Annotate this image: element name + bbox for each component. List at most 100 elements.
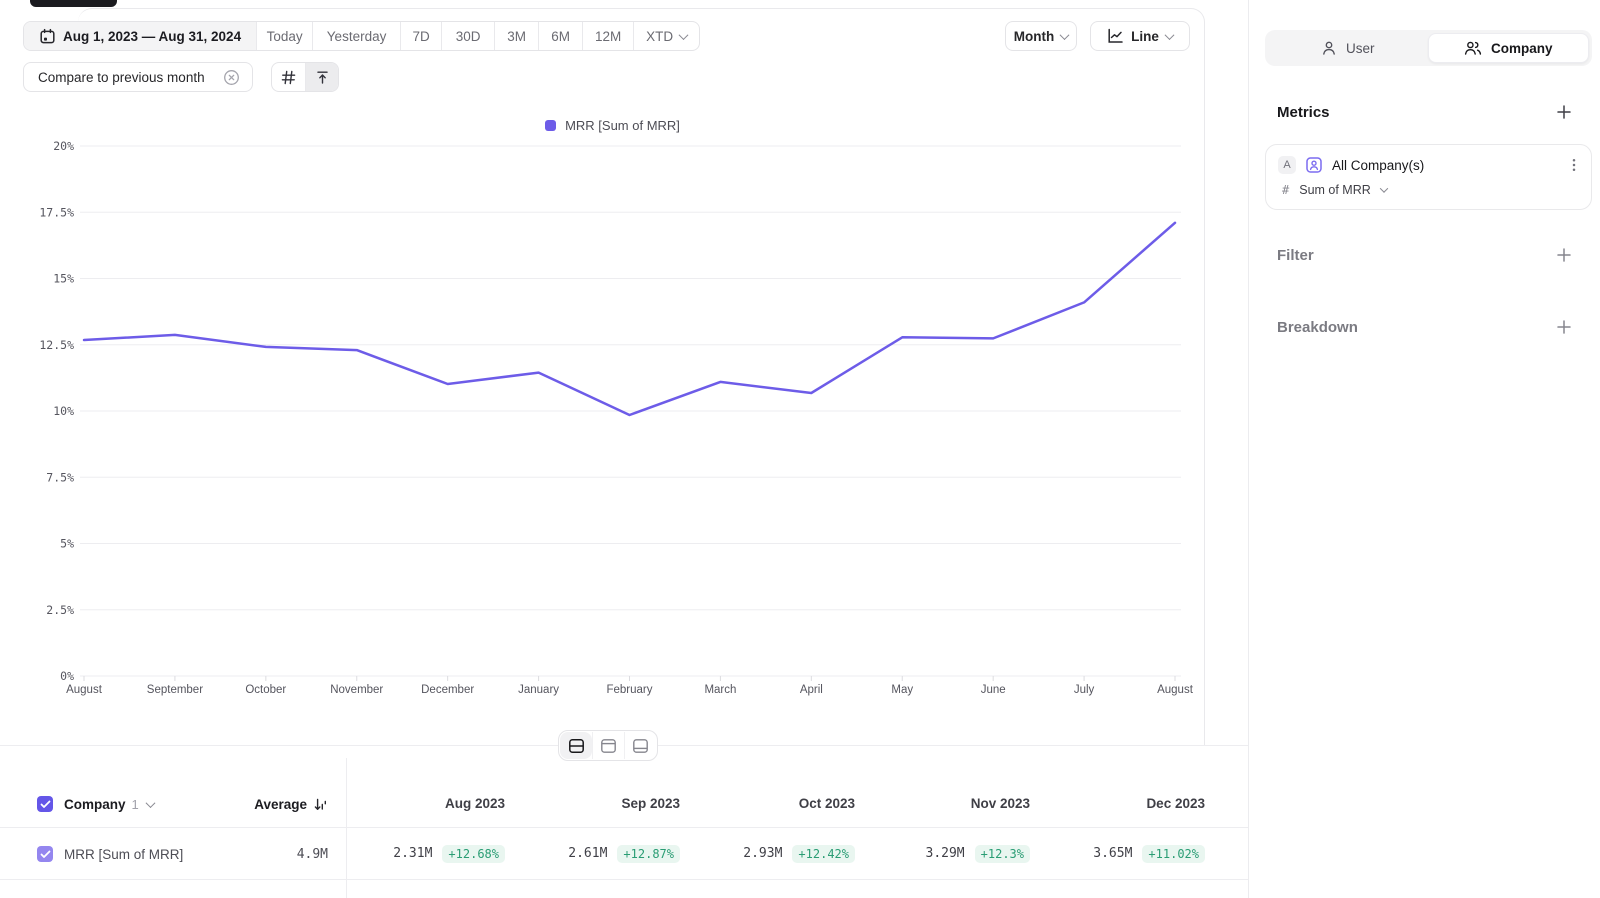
config-sidebar: User Company Metrics A (1248, 0, 1600, 898)
quick-range-label: 6M (551, 29, 570, 44)
svg-text:January: January (518, 684, 559, 696)
metric-letter-badge: A (1278, 156, 1296, 174)
flip-axis-toggle-button[interactable] (305, 63, 338, 91)
granularity-dropdown[interactable]: Month (1005, 21, 1077, 51)
metric-aggregation-row[interactable]: # Sum of MRR (1282, 183, 1387, 197)
svg-text:12.5%: 12.5% (39, 338, 74, 352)
chevron-down-icon (1164, 30, 1174, 40)
layout-top-icon (600, 738, 617, 754)
metric-card[interactable]: A All Company(s) # Sum of MRR (1265, 144, 1592, 210)
metric-name: All Company(s) (1332, 158, 1558, 173)
svg-text:April: April (800, 684, 823, 696)
mrr-value: 2.31M (393, 846, 432, 861)
group-count: 1 (132, 797, 139, 812)
quick-range-label: 30D (456, 29, 481, 44)
remove-compare-icon[interactable] (223, 69, 240, 86)
breakdown-section-header: Breakdown (1277, 318, 1573, 336)
tab-user[interactable]: User (1268, 33, 1428, 63)
svg-text:20%: 20% (53, 139, 74, 153)
svg-text:7.5%: 7.5% (46, 470, 74, 484)
month-value-cell: 2.61M+12.87% (521, 828, 696, 879)
filter-section-header: Filter (1277, 246, 1573, 264)
aggregation-label: Sum of MRR (1299, 183, 1371, 197)
quick-range-today[interactable]: Today (256, 22, 312, 50)
table-row[interactable]: MRR [Sum of MRR] 4.9M 2.31M+12.68%2.61M+… (0, 828, 1248, 880)
quick-range-12m[interactable]: 12M (582, 22, 633, 50)
svg-text:17.5%: 17.5% (39, 205, 74, 219)
tab-user-label: User (1346, 41, 1375, 56)
tab-company[interactable]: Company (1428, 33, 1590, 63)
svg-text:5%: 5% (60, 537, 74, 551)
month-value-cells: 2.31M+12.68%2.61M+12.87%2.93M+12.42%3.29… (346, 828, 1221, 879)
svg-text:2.5%: 2.5% (46, 603, 74, 617)
svg-text:November: November (330, 684, 383, 696)
month-value-cell: 2.93M+12.42% (696, 828, 871, 879)
chevron-down-icon (679, 30, 689, 40)
breakdown-title: Breakdown (1277, 319, 1358, 336)
chevron-down-icon (1380, 184, 1388, 192)
change-badge: +12.42% (792, 845, 855, 863)
svg-text:June: June (981, 684, 1006, 696)
line-chart[interactable]: 0%2.5%5%7.5%10%12.5%15%17.5%20%AugustSep… (0, 110, 1248, 710)
plus-icon (1556, 104, 1572, 120)
group-column-header[interactable]: Company 1 (64, 780, 154, 828)
add-metric-button[interactable] (1555, 103, 1573, 121)
month-value-cell: 3.29M +12.3% (871, 828, 1046, 879)
metric-card-title-row: A All Company(s) (1278, 156, 1581, 174)
svg-text:July: July (1074, 684, 1095, 696)
quick-range-yesterday[interactable]: Yesterday (312, 22, 400, 50)
grid-icon (281, 70, 296, 85)
svg-text:15%: 15% (53, 272, 74, 286)
table-header-row: Company 1 Average Aug 2023Sep 2023Oct 20… (0, 780, 1248, 828)
month-value-cell: 2.31M +12.68% (346, 828, 521, 879)
change-badge: +12.68% (442, 845, 505, 863)
svg-text:October: October (245, 684, 286, 696)
contact-card-icon (1305, 156, 1323, 174)
quick-range-3m[interactable]: 3M (494, 22, 538, 50)
report-main-area: Aug 1, 2023 — Aug 31, 2024 TodayYesterda… (0, 0, 1248, 898)
chart-option-toggle-group (271, 62, 339, 92)
average-label: Average (254, 797, 307, 812)
change-badge: +12.3% (975, 845, 1030, 863)
month-column-header[interactable]: Nov 2023 (871, 780, 1046, 827)
granularity-label: Month (1014, 29, 1054, 44)
quick-range-6m[interactable]: 6M (538, 22, 582, 50)
quick-range-30d[interactable]: 30D (441, 22, 494, 50)
select-all-checkbox[interactable] (37, 796, 53, 812)
date-range-button[interactable]: Aug 1, 2023 — Aug 31, 2024 (24, 22, 256, 50)
month-column-header[interactable]: Aug 2023 (346, 780, 521, 827)
metrics-section-header: Metrics (1277, 103, 1573, 121)
add-filter-button[interactable] (1555, 246, 1573, 264)
svg-text:December: December (421, 684, 474, 696)
group-label: Company (64, 797, 126, 812)
layout-toggle-group (558, 730, 658, 761)
layout-split-button[interactable] (560, 732, 592, 759)
tab-company-label: Company (1491, 41, 1553, 56)
row-checkbox[interactable] (37, 846, 53, 862)
layout-chart-only-button[interactable] (592, 732, 624, 759)
filter-title: Filter (1277, 247, 1314, 264)
company-icon (1464, 40, 1482, 56)
kebab-menu-icon[interactable] (1567, 157, 1581, 173)
month-column-header[interactable]: Sep 2023 (521, 780, 696, 827)
quick-range-xtd[interactable]: XTD (633, 22, 699, 50)
average-column-header[interactable]: Average (180, 780, 328, 828)
add-breakdown-button[interactable] (1555, 318, 1573, 336)
chart-type-dropdown[interactable]: Line (1090, 21, 1190, 51)
chevron-down-icon (1060, 30, 1070, 40)
quick-range-7d[interactable]: 7D (400, 22, 441, 50)
month-column-header[interactable]: Oct 2023 (696, 780, 871, 827)
month-column-header[interactable]: Dec 2023 (1046, 780, 1221, 827)
compare-chip[interactable]: Compare to previous month (23, 62, 253, 92)
mrr-value: 3.29M (926, 846, 965, 861)
svg-text:10%: 10% (53, 404, 74, 418)
row-metric-label: MRR [Sum of MRR] (64, 828, 183, 880)
quick-range-label: XTD (646, 29, 673, 44)
svg-text:August: August (66, 684, 103, 696)
layout-table-only-button[interactable] (624, 732, 656, 759)
analytics-report-page: Aug 1, 2023 — Aug 31, 2024 TodayYesterda… (0, 0, 1600, 898)
change-badge: +12.87% (617, 845, 680, 863)
compare-chip-label: Compare to previous month (38, 70, 215, 85)
metrics-title: Metrics (1277, 104, 1330, 121)
grid-toggle-button[interactable] (272, 63, 305, 91)
